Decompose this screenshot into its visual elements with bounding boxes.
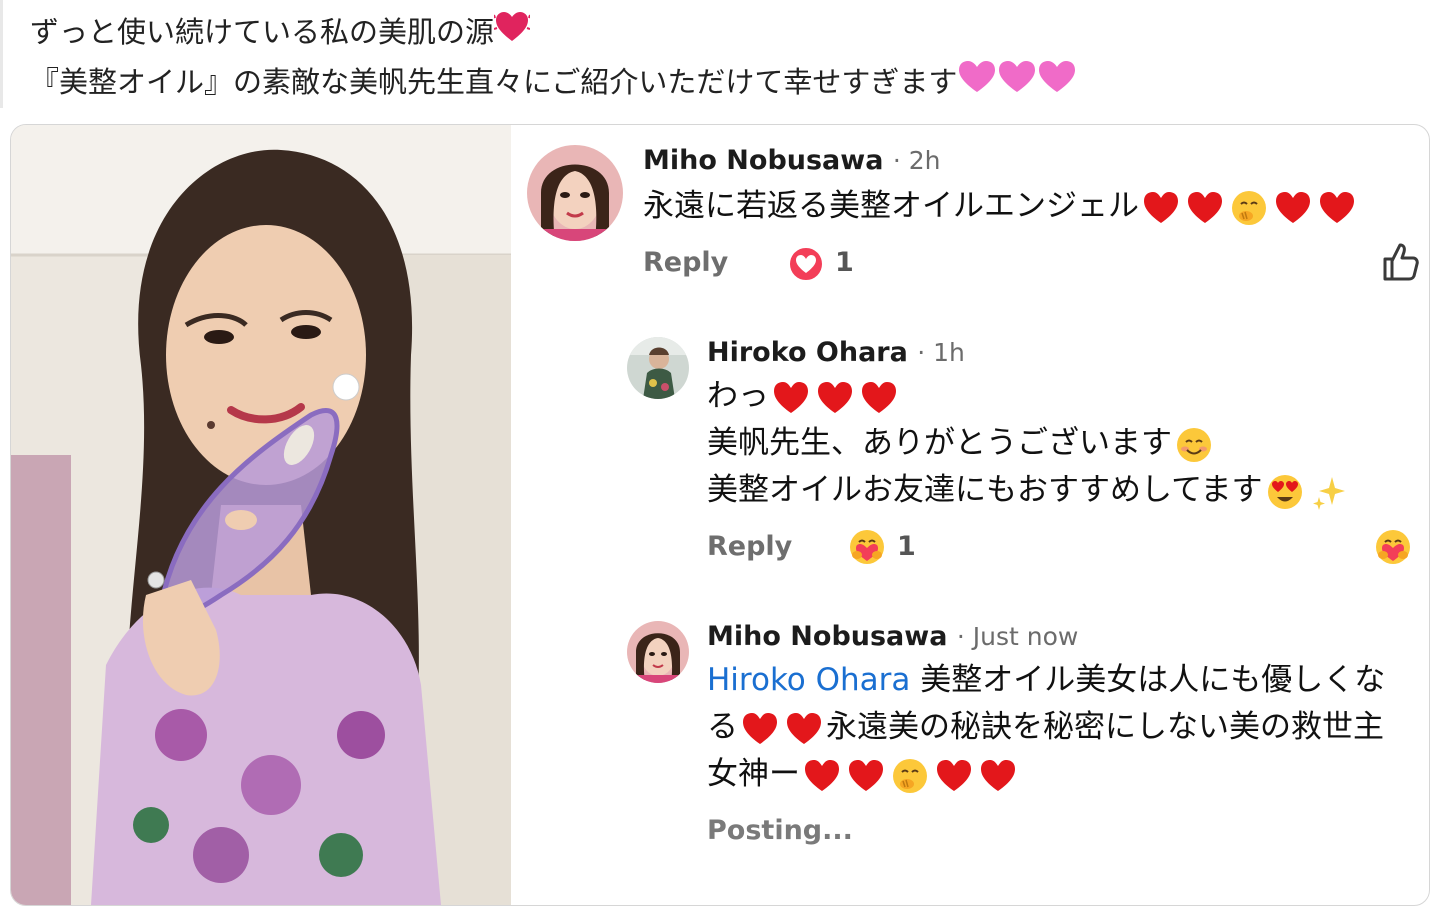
sparkles-icon (1310, 473, 1348, 511)
author-name[interactable]: Hiroko Ohara (707, 337, 908, 368)
comment-author[interactable]: Miho Nobusawa · 2h (643, 145, 941, 176)
avatar[interactable] (627, 621, 689, 683)
comment-line-1: わっ (707, 373, 1351, 420)
comment-line-3: 美整オイルお友達にもおすすめしてます (707, 467, 1351, 514)
comment-thread: Miho Nobusawa · 2h 永遠に若返る美整オイルエンジェル Repl… (511, 125, 1429, 905)
portrait-photo (11, 125, 511, 905)
comment-body: 永遠に若返る美整オイルエンジェル (643, 183, 1359, 230)
comment-author[interactable]: Hiroko Ohara · 1h (707, 337, 965, 368)
comment-body: Hiroko Ohara 美整オイル美女は人にも優しくな る 永遠美の秘訣を秘密に… (707, 657, 1385, 798)
love-reaction-icon[interactable] (787, 245, 825, 287)
comment-text: 美帆先生、ありがとうございます (707, 425, 1172, 461)
comment-time: · Just now (956, 622, 1079, 651)
comment-text: 永遠美の秘訣を秘密にしない美の救世主 (826, 709, 1384, 745)
care-reaction-icon[interactable] (847, 527, 887, 571)
reply-button[interactable]: Reply (643, 247, 728, 278)
post-line-1: ずっと使い続けている私の美肌の源 (30, 8, 1420, 58)
comment-text: 女神ー (707, 756, 800, 792)
comment-time: · 2h (892, 146, 941, 175)
avatar[interactable] (527, 145, 623, 241)
red-heart-icon (741, 710, 779, 748)
red-heart-icon (1318, 189, 1356, 227)
reply-button[interactable]: Reply (707, 531, 792, 562)
red-heart-icon (816, 379, 854, 417)
quote-rule (0, 0, 3, 108)
comment-text: 永遠に若返る美整オイルエンジェル (643, 188, 1139, 224)
comment-text: わっ (707, 378, 769, 414)
posting-status: Posting... (707, 815, 853, 846)
comment-text: 美整オイルお友達にもおすすめしてます (707, 472, 1263, 508)
red-heart-icon (785, 710, 823, 748)
author-name[interactable]: Miho Nobusawa (643, 145, 883, 176)
mention-link[interactable]: Hiroko Ohara (707, 662, 910, 698)
red-heart-icon (935, 757, 973, 795)
comment-line-1: Hiroko Ohara 美整オイル美女は人にも優しくな (707, 657, 1385, 704)
red-heart-icon (860, 379, 898, 417)
avatar[interactable] (627, 337, 689, 399)
post-line-2-text: 『美整オイル』の素敵な美帆先生直々にご紹介いただけて幸せすぎます (30, 65, 958, 99)
red-heart-icon (1274, 189, 1312, 227)
comment-line-2: 美帆先生、ありがとうございます (707, 420, 1351, 467)
comment-body: わっ 美帆先生、ありがとうございます 美整オイルお友達にもおすすめしてます (707, 373, 1351, 514)
beating-heart-icon (493, 10, 531, 58)
red-heart-icon (847, 757, 885, 795)
comment-line-3: 女神ー (707, 751, 1385, 798)
smiling-face-icon (1175, 426, 1213, 464)
pink-heart-icon (997, 59, 1037, 109)
reaction-count: 1 (835, 247, 854, 278)
pink-heart-icon (1037, 59, 1077, 109)
red-heart-icon (1142, 189, 1180, 227)
comment-author[interactable]: Miho Nobusawa · Just now (707, 621, 1078, 652)
comment-text: る (707, 709, 738, 745)
comment-text: 美整オイル美女は人にも優しくな (910, 662, 1386, 698)
red-heart-icon (1186, 189, 1224, 227)
care-reaction-icon[interactable] (1373, 527, 1413, 571)
heart-eyes-face-icon (1266, 473, 1304, 511)
post-line-2: 『美整オイル』の素敵な美帆先生直々にご紹介いただけて幸せすぎます (30, 58, 1420, 109)
post-line-1-text: ずっと使い続けている私の美肌の源 (30, 15, 495, 49)
reaction-count: 1 (897, 531, 916, 562)
thumbs-up-icon[interactable] (1379, 241, 1421, 287)
post-text: ずっと使い続けている私の美肌の源 『美整オイル』の素敵な美帆先生直々にご紹介いた… (30, 8, 1420, 109)
red-heart-icon (979, 757, 1017, 795)
hugging-face-icon (1230, 189, 1268, 227)
red-heart-icon (803, 757, 841, 795)
hugging-face-icon (891, 757, 929, 795)
red-heart-icon (772, 379, 810, 417)
shared-image-card: Miho Nobusawa · 2h 永遠に若返る美整オイルエンジェル Repl… (10, 124, 1430, 906)
comment-line-2: る 永遠美の秘訣を秘密にしない美の救世主 (707, 704, 1385, 751)
pink-heart-icon (957, 59, 997, 109)
author-name[interactable]: Miho Nobusawa (707, 621, 947, 652)
comment-time: · 1h (917, 338, 965, 367)
